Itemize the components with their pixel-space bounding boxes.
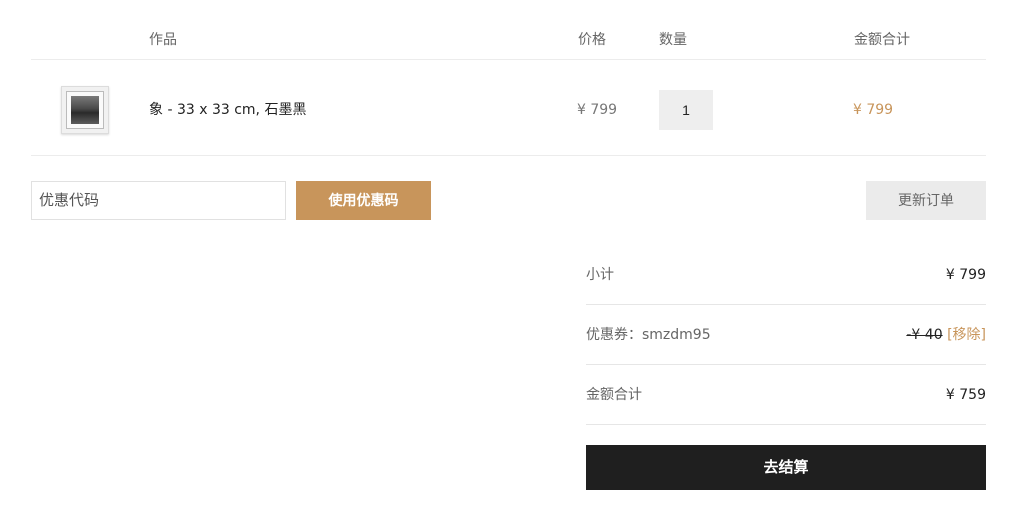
remove-coupon-link[interactable]: [移除] xyxy=(947,327,986,343)
cart-table-header: 作品 价格 数量 金额合计 xyxy=(31,0,986,60)
thumbnail-mat xyxy=(66,91,104,129)
coupon-discount: -¥ 40 xyxy=(906,327,943,343)
update-order-button[interactable]: 更新订单 xyxy=(866,181,986,220)
total-value: ¥ 759 xyxy=(945,387,986,403)
header-quantity: 数量 xyxy=(659,32,687,48)
cart-page: 作品 价格 数量 金额合计 象 - 33 x 33 cm, 石墨黑 ¥ 799 … xyxy=(0,0,1014,518)
item-subtotal: ¥ 799 xyxy=(853,102,894,118)
coupon-row: 优惠券：smzdm95 -¥ 40 [移除] xyxy=(586,305,986,365)
product-name-link[interactable]: 象 - 33 x 33 cm, 石墨黑 xyxy=(149,101,306,119)
apply-coupon-button[interactable]: 使用优惠码 xyxy=(296,181,431,220)
total-row: 金额合计 ¥ 759 xyxy=(586,365,986,425)
coupon-label: 优惠券：smzdm95 xyxy=(586,327,711,343)
cart-item-row: 象 - 33 x 33 cm, 石墨黑 ¥ 799 ¥ 799 xyxy=(31,60,986,156)
coupon-code-input[interactable] xyxy=(31,181,286,220)
subtotal-value: ¥ 799 xyxy=(945,267,986,283)
subtotal-label: 小计 xyxy=(586,267,614,283)
product-thumbnail[interactable] xyxy=(61,86,109,134)
subtotal-row: 小计 ¥ 799 xyxy=(586,245,986,305)
thumbnail-art xyxy=(71,96,99,124)
product-price: ¥ 799 xyxy=(577,102,618,118)
checkout-button[interactable]: 去结算 xyxy=(586,445,986,490)
quantity-input[interactable] xyxy=(659,90,713,130)
total-label: 金额合计 xyxy=(586,387,642,403)
cart-totals: 小计 ¥ 799 优惠券：smzdm95 -¥ 40 [移除] 金额合计 ¥ 7… xyxy=(586,245,986,425)
coupon-value: -¥ 40 [移除] xyxy=(906,326,986,344)
header-price: 价格 xyxy=(578,32,606,48)
header-work: 作品 xyxy=(149,32,177,48)
header-total: 金额合计 xyxy=(854,32,910,48)
